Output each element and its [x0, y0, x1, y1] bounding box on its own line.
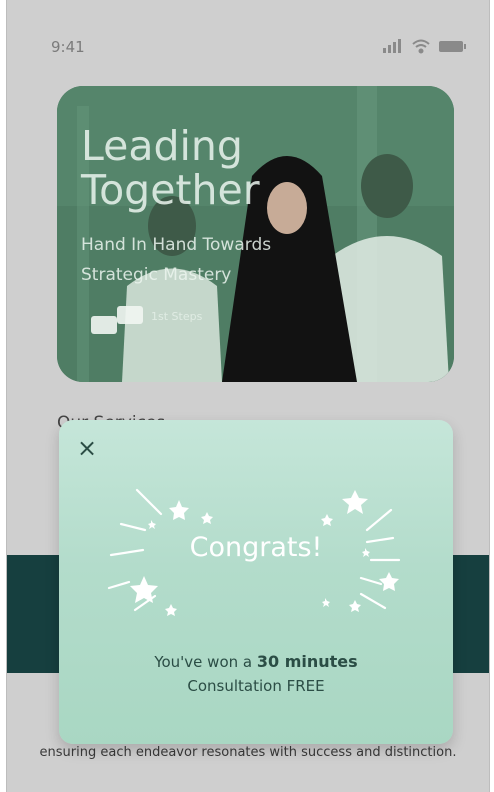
congrats-title: Congrats!	[189, 532, 323, 563]
hero-title: Leading Together	[81, 124, 260, 212]
status-time: 9:41	[51, 38, 85, 56]
hero-subtitle: Hand In Hand Towards Strategic Mastery	[81, 235, 272, 285]
signal-icon	[383, 39, 401, 53]
steps-label: 1st Steps	[151, 310, 203, 323]
status-bar: 9:41	[7, 0, 489, 70]
status-icons	[383, 39, 466, 54]
wifi-icon	[412, 39, 430, 54]
battery-icon	[439, 41, 466, 52]
phone-screen: 9:41 Leading Together Hand In Hand Towar…	[6, 0, 490, 792]
reward-line2: Consultation FREE	[187, 677, 325, 695]
reward-prefix: You've won a	[154, 653, 253, 671]
close-icon[interactable]: ×	[77, 436, 97, 460]
reward-line1: You've won a 30 minutes	[59, 650, 453, 674]
congrats-modal: × Congrats! You've won a 30 minutes Cons…	[59, 420, 453, 744]
reward-highlight: 30 minutes	[256, 652, 358, 671]
footer-description: ensuring each endeavor resonates with su…	[39, 745, 457, 760]
hero-title-line1: Leading	[81, 122, 243, 170]
hero-title-line2: Together	[81, 166, 260, 214]
reward-message: You've won a 30 minutes Consultation FRE…	[59, 650, 453, 698]
hero-banner[interactable]: Leading Together Hand In Hand Towards St…	[57, 86, 454, 382]
